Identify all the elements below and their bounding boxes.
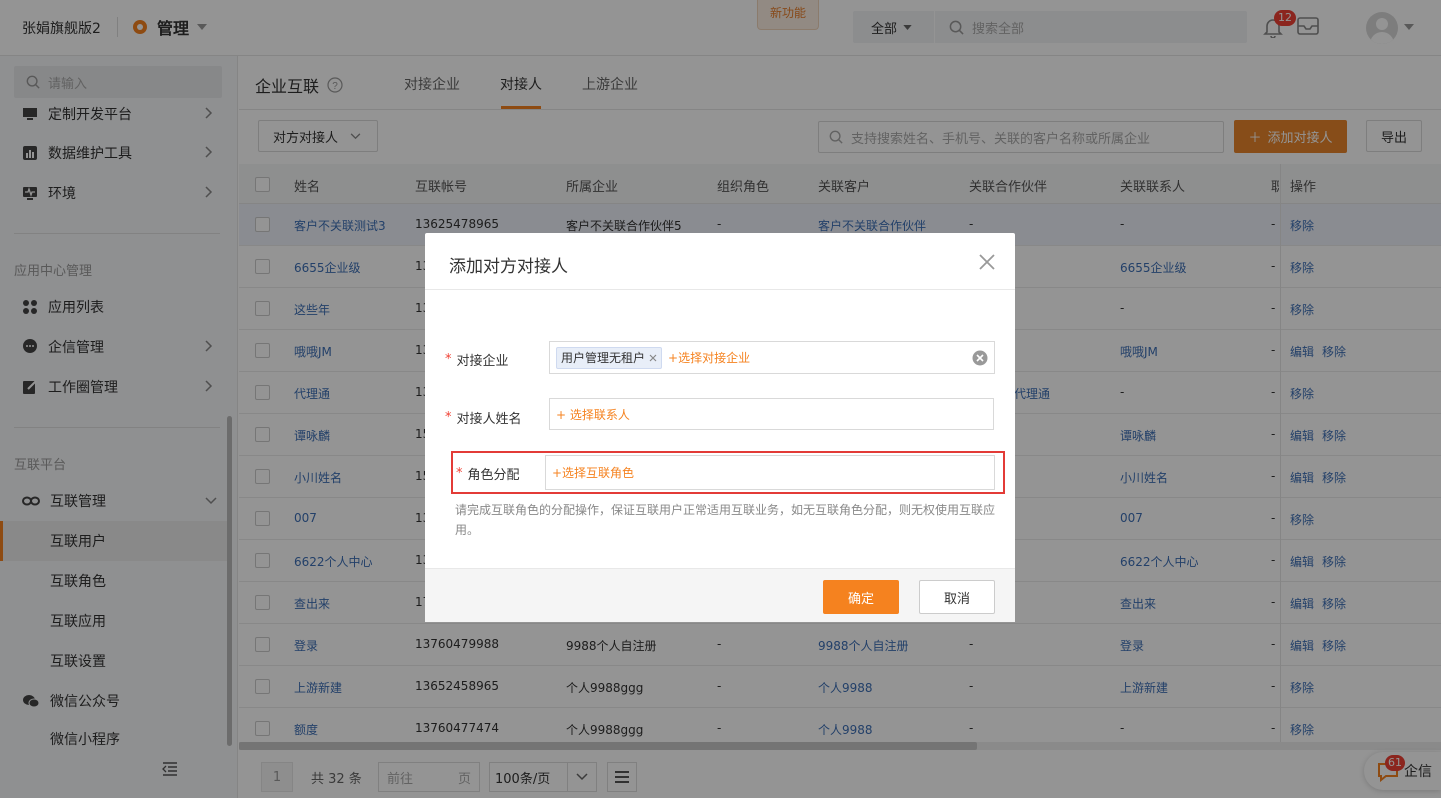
field-label-role: * 角色分配 xyxy=(456,464,520,483)
required-mark: * xyxy=(456,466,463,481)
dialog-title: 添加对方对接人 xyxy=(449,257,568,277)
required-mark: * xyxy=(445,410,452,425)
company-select[interactable]: 用户管理无租户 +选择对接企业 xyxy=(549,341,995,374)
select-contact-link[interactable]: + 选择联系人 xyxy=(556,406,630,423)
add-contact-dialog: 添加对方对接人 * 对接企业 用户管理无租户 +选择对接企业 * 对接人姓名 +… xyxy=(425,233,1015,622)
dialog-footer: 确定 取消 xyxy=(425,568,1015,622)
company-tag-label: 用户管理无租户 xyxy=(561,351,646,365)
role-select[interactable]: +选择互联角色 xyxy=(545,455,995,490)
confirm-button[interactable]: 确定 xyxy=(823,580,899,614)
required-mark: * xyxy=(445,352,452,367)
field-label-company: * 对接企业 xyxy=(445,350,509,369)
contact-select[interactable]: + 选择联系人 xyxy=(549,398,994,430)
field-label-contact-name: * 对接人姓名 xyxy=(445,408,522,427)
company-tag: 用户管理无租户 xyxy=(556,346,663,369)
dialog-header: 添加对方对接人 xyxy=(425,233,1015,290)
clear-icon[interactable] xyxy=(972,350,988,366)
label-text: 对接企业 xyxy=(456,354,509,369)
label-text: 角色分配 xyxy=(467,468,520,483)
select-company-link[interactable]: +选择对接企业 xyxy=(668,349,750,366)
remove-tag-icon[interactable] xyxy=(649,354,657,362)
select-role-link[interactable]: +选择互联角色 xyxy=(552,464,634,481)
cancel-button[interactable]: 取消 xyxy=(919,580,995,614)
role-hint-text: 请完成互联角色的分配操作，保证互联用户正常适用互联业务，如无互联角色分配，则无权… xyxy=(455,503,996,537)
label-text: 对接人姓名 xyxy=(456,412,522,427)
close-icon[interactable] xyxy=(979,254,995,270)
